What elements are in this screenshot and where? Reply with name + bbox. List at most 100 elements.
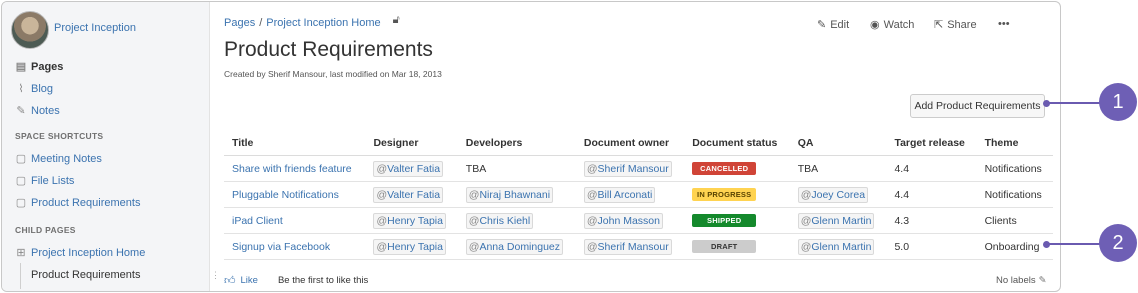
theme-cell: Onboarding	[976, 233, 1053, 260]
column-header[interactable]: Target release	[886, 130, 977, 156]
user-mention[interactable]: @Bill Arconati	[583, 186, 656, 203]
release-cell: 4.3	[886, 207, 977, 234]
column-header[interactable]: Developers	[457, 130, 576, 156]
owner-cell: @Sherif Mansour	[575, 155, 685, 182]
watch-button[interactable]: ◉ Watch	[870, 18, 914, 32]
share-button[interactable]: ⇱ Share	[934, 18, 977, 32]
table-row: Signup via Facebook @Henry Tapia @Anna Dom…	[224, 233, 1053, 260]
sidebar-resize-handle[interactable]: ⋮	[211, 270, 220, 281]
column-header[interactable]: Document owner	[575, 130, 685, 156]
edit-button[interactable]: ✎ Edit	[817, 18, 849, 32]
shortcut-label: Product Requirements	[31, 196, 141, 209]
requirement-title-link[interactable]: Pluggable Notifications	[232, 189, 339, 201]
requirement-title-link[interactable]: iPad Client	[232, 215, 283, 227]
column-header[interactable]: Document status	[684, 130, 790, 156]
mention-name: Bill Arconati	[597, 188, 653, 201]
edit-labels-icon[interactable]: ✎	[1039, 275, 1047, 286]
user-mention[interactable]: @Niraj Bhawnani	[465, 186, 554, 203]
theme-text: Notifications	[984, 162, 1042, 175]
at-icon: @	[586, 188, 598, 201]
add-product-requirements-button[interactable]: Add Product Requirements	[910, 94, 1045, 118]
at-icon: @	[468, 214, 480, 227]
user-mention[interactable]: @Henry Tapia	[373, 238, 446, 255]
breadcrumb-pages[interactable]: Pages	[224, 17, 255, 29]
shortcut-product-requirements[interactable]: ▢ Product Requirements	[14, 196, 141, 210]
thumbs-up-icon[interactable]: 👍︎	[224, 274, 236, 287]
sidebar-item-blog[interactable]: ⌇ Blog	[14, 82, 54, 96]
space-avatar[interactable]	[11, 11, 49, 49]
space-name-link[interactable]: Project Inception	[54, 22, 136, 34]
at-icon: @	[586, 214, 598, 227]
mention-name: Henry Tapia	[387, 240, 443, 253]
theme-cell: Clients	[976, 207, 1053, 234]
user-mention[interactable]: @Glenn Martin	[797, 212, 875, 229]
more-icon: •••	[998, 18, 1010, 30]
qa-text: TBA	[797, 162, 819, 175]
theme-cell: Notifications	[976, 155, 1053, 182]
requirement-title-link[interactable]: Share with friends feature	[232, 163, 352, 175]
release-cell: 4.4	[886, 155, 977, 182]
sidebar-item-pages[interactable]: ▤ Pages	[14, 60, 64, 74]
child-page-parent[interactable]: ⊞ Project Inception Home	[14, 246, 146, 260]
user-mention[interactable]: @Chris Kiehl	[465, 212, 534, 229]
release-text: 4.3	[894, 214, 910, 227]
blog-icon: ⌇	[18, 83, 24, 95]
designer-cell: @Henry Tapia	[365, 233, 458, 260]
column-header[interactable]: Theme	[976, 130, 1053, 156]
status-badge: DRAFT	[692, 240, 757, 253]
shortcut-meeting-notes[interactable]: ▢ Meeting Notes	[14, 152, 102, 166]
user-mention[interactable]: @Anna Dominguez	[465, 238, 564, 255]
at-icon: @	[376, 240, 388, 253]
column-header[interactable]: Designer	[365, 130, 458, 156]
breadcrumb-separator: /	[259, 16, 263, 29]
user-mention[interactable]: @Sherif Mansour	[583, 160, 672, 177]
sidebar-item-label: Blog	[31, 82, 54, 95]
title-cell: Pluggable Notifications	[224, 181, 366, 208]
labels-area: No labels ✎	[996, 275, 1047, 286]
status-cell: SHIPPED	[684, 207, 790, 234]
status-badge: CANCELLED	[692, 162, 757, 175]
child-pages-heading: CHILD PAGES	[15, 225, 76, 235]
column-header[interactable]: QA	[789, 130, 887, 156]
designer-cell: @Valter Fatia	[365, 181, 458, 208]
mention-name: Henry Tapia	[387, 214, 443, 227]
developers-cell: @Niraj Bhawnani	[457, 181, 576, 208]
sidebar-item-notes[interactable]: ✎ Notes	[14, 104, 60, 118]
at-icon: @	[468, 188, 480, 201]
at-icon: @	[586, 240, 598, 253]
sidebar-item-label: Notes	[31, 104, 60, 117]
like-status-text: Be the first to like this	[277, 275, 369, 286]
user-mention[interactable]: @Glenn Martin	[797, 238, 875, 255]
requirement-title-link[interactable]: Signup via Facebook	[232, 241, 330, 253]
pencil-icon: ✎	[817, 19, 827, 31]
child-page-current[interactable]: Product Requirements	[31, 269, 140, 281]
at-icon: @	[468, 240, 480, 253]
like-link[interactable]: Like	[241, 275, 258, 286]
title-cell: Share with friends feature	[224, 155, 366, 182]
space-shortcuts-heading: SPACE SHORTCUTS	[15, 131, 104, 141]
user-mention[interactable]: @Sherif Mansour	[583, 238, 672, 255]
user-mention[interactable]: @Valter Fatia	[373, 160, 444, 177]
user-mention[interactable]: @Henry Tapia	[373, 212, 446, 229]
developers-text: TBA	[465, 162, 487, 175]
column-header[interactable]: Title	[224, 130, 366, 156]
developers-cell: @Chris Kiehl	[457, 207, 576, 234]
designer-cell: @Valter Fatia	[365, 155, 458, 182]
at-icon: @	[800, 188, 812, 201]
confluence-window: Project Inception ▤ Pages ⌇ Blog ✎ Notes SP…	[1, 1, 1061, 292]
breadcrumb-parent[interactable]: Project Inception Home	[266, 17, 380, 29]
user-mention[interactable]: @Joey Corea	[797, 186, 869, 203]
title-cell: Signup via Facebook	[224, 233, 366, 260]
shortcut-page-icon: ▢	[15, 197, 27, 209]
unlock-icon[interactable]: 🔓︎	[393, 14, 400, 27]
user-mention[interactable]: @John Masson	[583, 212, 663, 229]
child-page-label: Project Inception Home	[31, 246, 146, 259]
theme-text: Notifications	[984, 188, 1042, 201]
shortcut-file-lists[interactable]: ▢ File Lists	[14, 174, 75, 188]
page-tree-icon: ⊞	[16, 247, 26, 259]
theme-text: Clients	[984, 214, 1017, 227]
more-actions-button[interactable]: •••	[998, 18, 1010, 30]
user-mention[interactable]: @Valter Fatia	[373, 186, 444, 203]
mention-name: Sherif Mansour	[597, 240, 669, 253]
release-cell: 4.4	[886, 181, 977, 208]
